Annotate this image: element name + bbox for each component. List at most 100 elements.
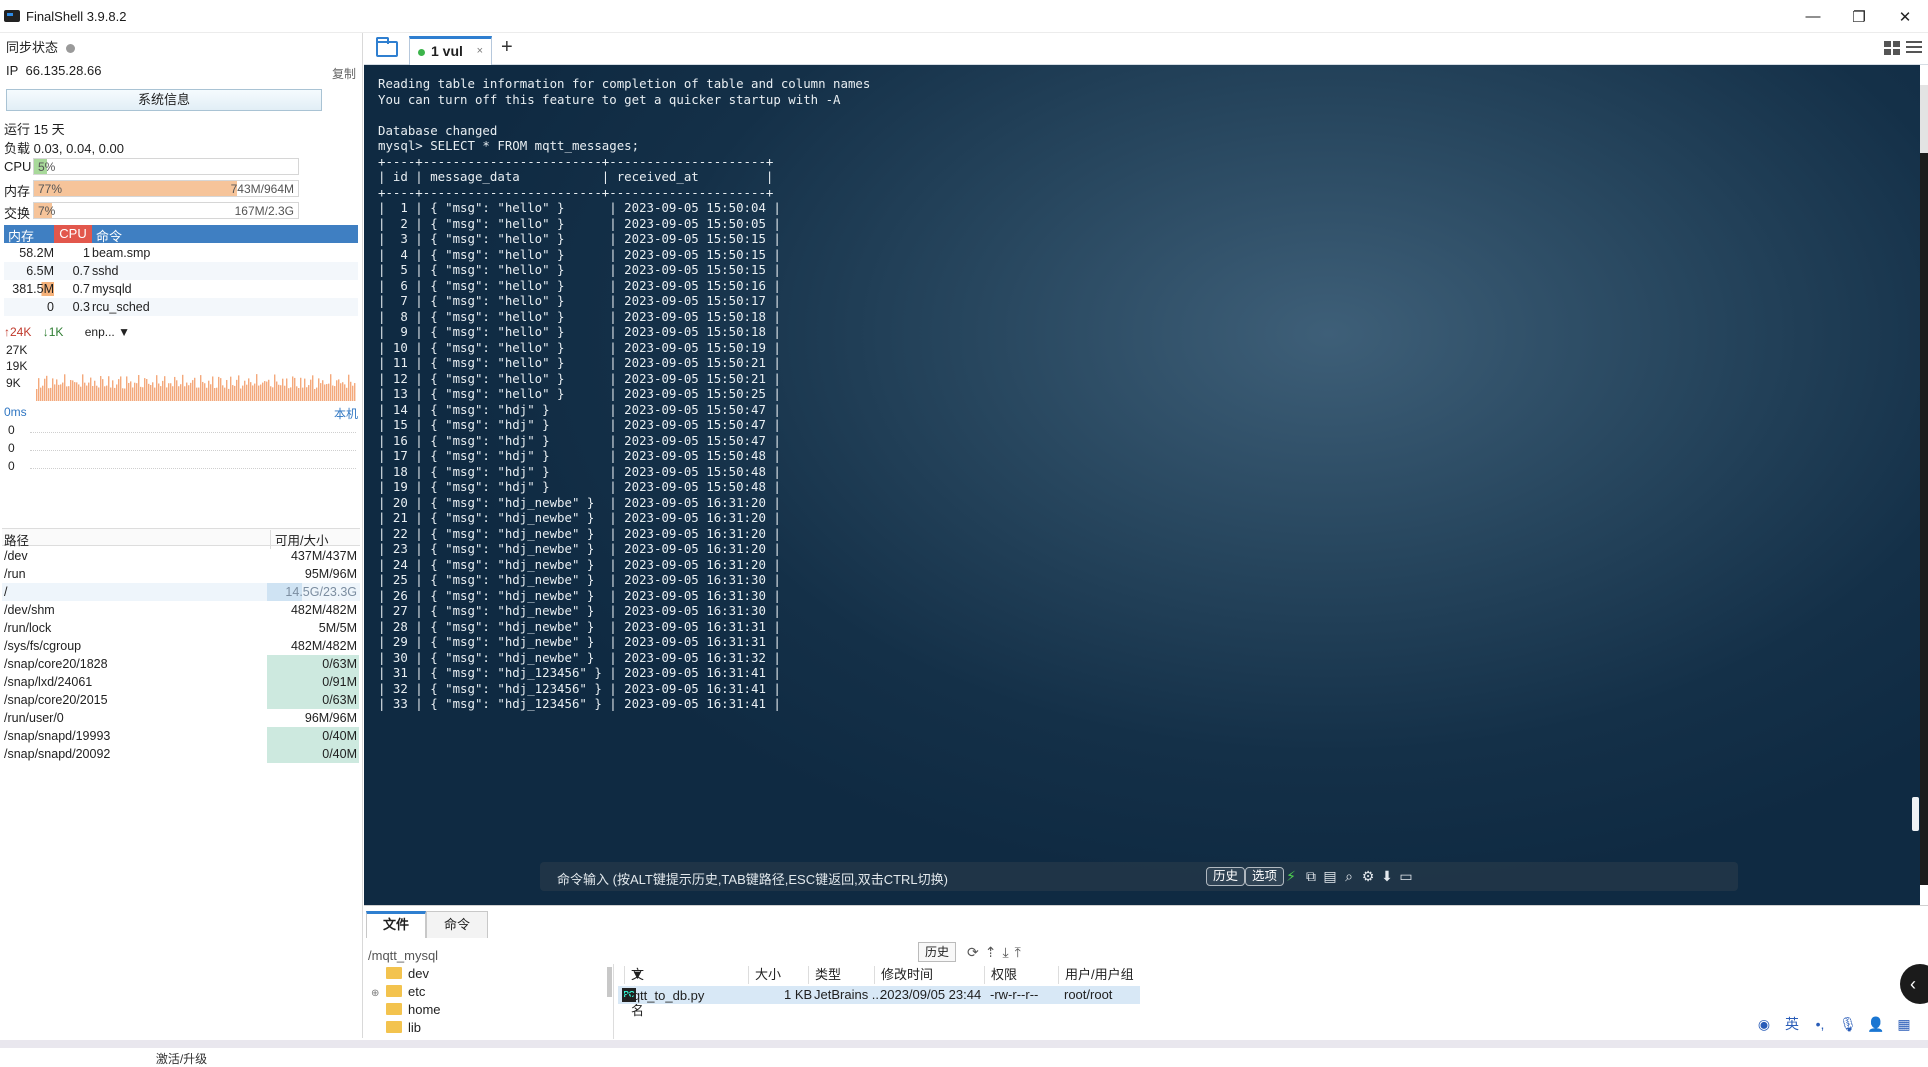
gear-icon[interactable]: ⚙ [1360, 868, 1376, 884]
user-icon[interactable]: 👤 [1866, 1016, 1886, 1033]
traffic-bar [40, 387, 42, 401]
traffic-bar [184, 386, 186, 401]
column-mtime[interactable]: 修改时间 [874, 966, 933, 984]
filesystem-row[interactable]: /snap/core20/2015 0/63M [2, 691, 360, 709]
activate-upgrade-link[interactable]: 激活/升级 [0, 1050, 363, 1067]
grid-layout-icon[interactable] [1884, 41, 1900, 55]
file-owner: root/root [1064, 987, 1113, 1002]
filesystem-row[interactable]: /dev 437M/437M [2, 547, 360, 565]
column-size[interactable]: 大小 [748, 966, 781, 984]
restore-button[interactable]: ❐ [1836, 0, 1882, 33]
process-cpu: 0.7 [72, 264, 90, 278]
traffic-bar [260, 384, 262, 401]
download-arrow-icon[interactable]: ⬇ [1379, 868, 1395, 884]
process-cmd-header[interactable]: 命令 [96, 226, 122, 245]
filesystem-row[interactable]: /run 95M/96M [2, 565, 360, 583]
copy-icon[interactable]: ⧉ [1303, 868, 1319, 884]
outer-scroll-thumb[interactable] [1920, 85, 1928, 153]
tree-item-etc[interactable]: etc [386, 984, 425, 1004]
filesystem-row[interactable]: /snap/snapd/20092 0/40M [2, 745, 360, 763]
close-tab-icon[interactable]: × [477, 45, 483, 57]
list-layout-icon[interactable] [1906, 41, 1922, 55]
process-row[interactable]: 381.5M 0.7 mysqld [4, 280, 358, 298]
tree-item-dev[interactable]: dev [386, 966, 429, 986]
load-average: 负载 0.03, 0.04, 0.00 [4, 141, 124, 156]
tab-files[interactable]: 文件 [366, 911, 426, 938]
traffic-bar [96, 385, 98, 401]
ime-logo-icon[interactable]: ◉ [1754, 1016, 1774, 1033]
ime-punctuation-icon[interactable]: •, [1810, 1016, 1830, 1032]
traffic-bar [198, 387, 200, 401]
fs-path: / [4, 585, 8, 599]
column-type[interactable]: 类型 [808, 966, 841, 984]
paste-icon[interactable]: ▤ [1322, 868, 1338, 884]
open-folder-icon[interactable] [376, 37, 398, 57]
tree-item-lib[interactable]: lib [386, 1020, 421, 1039]
terminal-line: | 4 | { "msg": "hello" } | 2023-09-05 15… [378, 246, 781, 262]
options-button[interactable]: 选项 [1245, 867, 1285, 886]
filesystem-row[interactable]: /dev/shm 482M/482M [2, 601, 360, 619]
traffic-bar [270, 386, 272, 401]
ime-language[interactable]: 英 [1782, 1014, 1802, 1034]
file-row[interactable]: PC mqtt_to_db.py 1 KB JetBrains ... 2023/… [618, 986, 1140, 1004]
terminal-line: | 16 | { "msg": "hdj" } | 2023-09-05 15:… [378, 432, 781, 448]
column-permissions[interactable]: 权限 [984, 966, 1017, 984]
traffic-bar [220, 378, 222, 401]
filesystem-row[interactable]: /snap/snapd/19993 0/40M [2, 727, 360, 745]
process-row[interactable]: 0 0.3 rcu_sched [4, 298, 358, 316]
upload-icon[interactable]: ⤒ [1015, 944, 1021, 961]
system-info-button[interactable]: 系统信息 [6, 89, 322, 111]
tab-commands[interactable]: 命令 [426, 911, 488, 938]
current-path[interactable]: /mqtt_mysql [368, 948, 438, 963]
file-name-label: mqtt_to_db.py [622, 988, 705, 1003]
terminal-scroll-thumb[interactable] [1912, 797, 1919, 831]
close-button[interactable]: ✕ [1882, 0, 1928, 33]
traffic-bar [276, 381, 278, 401]
terminal-scrollbar[interactable] [1912, 65, 1919, 905]
tree-scrollbar[interactable] [607, 967, 612, 997]
column-owner[interactable]: 用户/用户组 [1058, 966, 1134, 984]
maximize-icon[interactable]: ▭ [1398, 868, 1414, 884]
window-title: FinalShell 3.9.8.2 [26, 8, 127, 24]
ip-label: IP [6, 63, 19, 78]
process-row[interactable]: 6.5M 0.7 sshd [4, 262, 358, 280]
traffic-bar [352, 385, 354, 401]
ping-target[interactable]: 本机 [334, 405, 358, 422]
terminal-view[interactable]: Reading table information for completion… [364, 65, 1920, 905]
process-row[interactable]: 58.2M 1 beam.smp [4, 244, 358, 262]
traffic-bar [58, 384, 60, 401]
fs-path: /snap/snapd/20092 [4, 747, 111, 761]
expand-icon[interactable]: ⊕ [371, 988, 379, 999]
column-name[interactable]: 文件名 ▼ [618, 966, 644, 1018]
tab-session-vul[interactable]: 1 vul × [409, 36, 492, 65]
copy-ip-link[interactable]: 复制 [332, 65, 356, 82]
traffic-bar [230, 376, 232, 401]
traffic-bar [98, 387, 100, 401]
download-icon[interactable]: ⤓ [1002, 944, 1008, 961]
lightning-icon[interactable]: ⚡ [1283, 868, 1299, 884]
process-mem-header[interactable]: 内存 [8, 226, 34, 245]
parent-dir-icon[interactable]: ⇡ [985, 944, 997, 961]
filesystem-row[interactable]: /snap/core20/1828 0/63M [2, 655, 360, 673]
process-cpu-header[interactable]: CPU [54, 225, 92, 243]
filesystem-row[interactable]: /snap/lxd/24061 0/91M [2, 673, 360, 691]
add-tab-button[interactable]: + [501, 36, 513, 59]
filesystem-row[interactable]: /sys/fs/cgroup 482M/482M [2, 637, 360, 655]
file-manager-panel: 文件 命令 /mqtt_mysql 历史 ⟳ ⇡ ⤓ ⤒ dev ⊕ etc h… [364, 905, 1928, 1039]
refresh-icon[interactable]: ⟳ [967, 944, 979, 961]
tree-item-home[interactable]: home [386, 1002, 441, 1022]
search-icon[interactable]: ⌕ [1341, 868, 1357, 884]
filesystem-row[interactable]: /run/user/0 96M/96M [2, 709, 360, 727]
network-interface-select[interactable]: enp... ▼ [85, 325, 130, 339]
filesystem-row[interactable]: / 14.5G/23.3G [2, 583, 360, 601]
grid-apps-icon[interactable]: ▦ [1894, 1016, 1914, 1033]
microphone-icon[interactable]: 🎙 [1838, 1016, 1858, 1033]
path-history-button[interactable]: 历史 [918, 942, 956, 962]
fs-path: /run [4, 567, 26, 581]
history-button[interactable]: 历史 [1206, 867, 1246, 886]
command-input-bar[interactable]: 命令输入 (按ALT键提示历史,TAB键路径,ESC键返回,双击CTRL切换) … [540, 862, 1738, 891]
minimize-button[interactable]: — [1790, 0, 1836, 33]
outer-scrollbar[interactable] [1920, 85, 1928, 885]
filesystem-row[interactable]: /run/lock 5M/5M [2, 619, 360, 637]
